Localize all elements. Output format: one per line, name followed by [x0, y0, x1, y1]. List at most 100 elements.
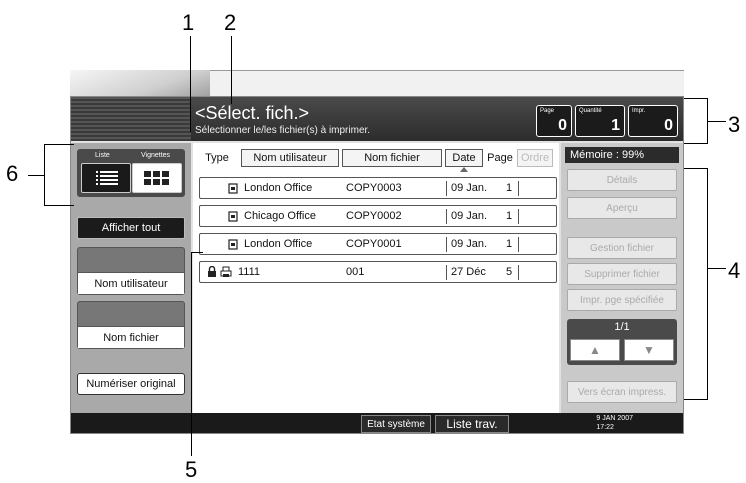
callout-6-line [28, 175, 44, 176]
job-list-button[interactable]: Liste trav. [435, 415, 509, 433]
row-user: London Office [244, 238, 313, 250]
left-panel: Liste Vignettes Afficher tout Nom utilis… [71, 143, 191, 413]
file-row[interactable]: Chicago Office COPY0002 09 Jan. 1 [199, 205, 557, 227]
thumbnail-view-label: Vignettes [141, 152, 171, 159]
scan-original-button[interactable]: Numériser original [77, 373, 185, 395]
callout-4-bracket [684, 168, 708, 400]
page-indicator: 1/1 [614, 321, 630, 333]
column-file-sort-button[interactable]: Nom fichier [342, 149, 442, 167]
row-file: COPY0001 [346, 238, 402, 250]
quantity-counter-value: 1 [611, 117, 620, 134]
row-file: COPY0003 [346, 182, 402, 194]
callout-3: 3 [728, 112, 741, 137]
row-divider [518, 181, 519, 196]
row-user: 1111 [238, 266, 261, 278]
callout-3-line [708, 121, 726, 122]
pager: 1/1 ▲ ▼ [567, 319, 677, 365]
system-status-button[interactable]: Etat système [361, 415, 431, 433]
row-user: Chicago Office [244, 210, 316, 222]
page-title: <Sélect. fich.> [195, 103, 310, 123]
list-icon [96, 171, 118, 185]
row-file: COPY0002 [346, 210, 402, 222]
arrow-up-icon: ▲ [589, 343, 601, 357]
print-counter-value: 0 [664, 117, 673, 134]
user-name-filter-label: Nom utilisateur [78, 272, 184, 294]
column-date-sort-button[interactable]: Date [445, 149, 483, 167]
row-file: 001 [346, 266, 365, 278]
column-order-button[interactable]: Ordre [517, 149, 553, 167]
view-toggle: Liste Vignettes [77, 149, 185, 197]
page-counter: Page 0 [536, 105, 572, 137]
arrow-down-icon: ▼ [643, 343, 655, 357]
row-date: 09 Jan. [451, 210, 488, 222]
file-row[interactable]: 1111 001 27 Déc 5 [199, 261, 557, 283]
memory-indicator: Mémoire : 99% [565, 147, 679, 163]
list-view-label: Liste [95, 152, 110, 159]
user-name-filter[interactable]: Nom utilisateur [77, 247, 185, 295]
document-icon [228, 211, 238, 222]
footer-bar: Etat système Liste trav. 9 JAN 2007 17:2… [71, 413, 683, 433]
column-page: Page [487, 152, 513, 164]
list-view-button[interactable] [81, 163, 131, 193]
row-page: 5 [506, 266, 513, 278]
print-counter-label: Impr. [632, 108, 646, 114]
callout-4-line [708, 268, 726, 269]
right-panel: Mémoire : 99% Détails Aperçu Gestion fic… [561, 143, 683, 413]
manage-file-button[interactable]: Gestion fichier [567, 237, 677, 259]
column-user-sort-button[interactable]: Nom utilisateur [241, 149, 339, 167]
row-user: London Office [244, 182, 313, 194]
callout-5: 5 [185, 457, 198, 482]
preview-button[interactable]: Aperçu [567, 197, 677, 219]
row-page: 1 [506, 210, 513, 222]
row-divider [446, 181, 447, 196]
delete-file-button[interactable]: Supprimer fichier [567, 263, 677, 285]
to-print-screen-button[interactable]: Vers écran impress. [567, 381, 677, 403]
file-name-filter-label: Nom fichier [78, 326, 184, 348]
row-date: 27 Déc [451, 266, 486, 278]
file-row[interactable]: London Office COPY0001 09 Jan. 1 [199, 233, 557, 255]
row-date: 09 Jan. [451, 182, 488, 194]
thumbnail-view-button[interactable] [132, 163, 182, 193]
grid-icon [144, 171, 169, 185]
page-down-button[interactable]: ▼ [624, 339, 674, 361]
print-counter: Impr. 0 [628, 105, 678, 137]
callout-5-tick [191, 252, 203, 253]
header-bar: <Sélect. fich.> Sélectionner le/les fich… [71, 97, 683, 141]
page-subtitle: Sélectionner le/les fichier(s) à imprime… [195, 125, 371, 136]
callout-4: 4 [728, 258, 741, 283]
callout-2: 2 [224, 10, 237, 35]
print-specified-page-button[interactable]: Impr. pge spécifiée [567, 289, 677, 311]
details-button[interactable]: Détails [567, 169, 677, 191]
clock-time: 17:22 [596, 424, 614, 431]
callout-6-bracket [44, 144, 74, 206]
page-up-button[interactable]: ▲ [570, 339, 620, 361]
callout-3-bracket [684, 98, 708, 144]
row-divider [518, 237, 519, 252]
callout-6: 6 [6, 161, 19, 186]
file-name-filter[interactable]: Nom fichier [77, 301, 185, 349]
quantity-counter: Quantité 1 [575, 105, 625, 137]
page-counter-value: 0 [558, 117, 567, 134]
callout-2-line [231, 36, 232, 104]
callout-1-line [190, 36, 191, 132]
callout-5-line [191, 252, 192, 456]
row-divider [446, 237, 447, 252]
show-all-button[interactable]: Afficher tout [77, 217, 185, 239]
row-divider [446, 209, 447, 224]
sort-ascending-icon [460, 167, 468, 172]
document-icon [228, 183, 238, 194]
quantity-counter-label: Quantité [579, 108, 602, 114]
document-icon [228, 239, 238, 250]
clock: 9 JAN 2007 17:22 [596, 414, 633, 432]
clock-date: 9 JAN 2007 [596, 415, 633, 422]
row-date: 09 Jan. [451, 238, 488, 250]
printer-icon [220, 266, 232, 277]
row-divider [518, 265, 519, 280]
row-divider [446, 265, 447, 280]
row-divider [518, 209, 519, 224]
callout-1: 1 [182, 10, 195, 35]
row-page: 1 [506, 182, 513, 194]
device-screen: <Sélect. fich.> Sélectionner le/les fich… [70, 96, 684, 434]
file-row[interactable]: London Office COPY0003 09 Jan. 1 [199, 177, 557, 199]
column-type: Type [205, 152, 229, 164]
